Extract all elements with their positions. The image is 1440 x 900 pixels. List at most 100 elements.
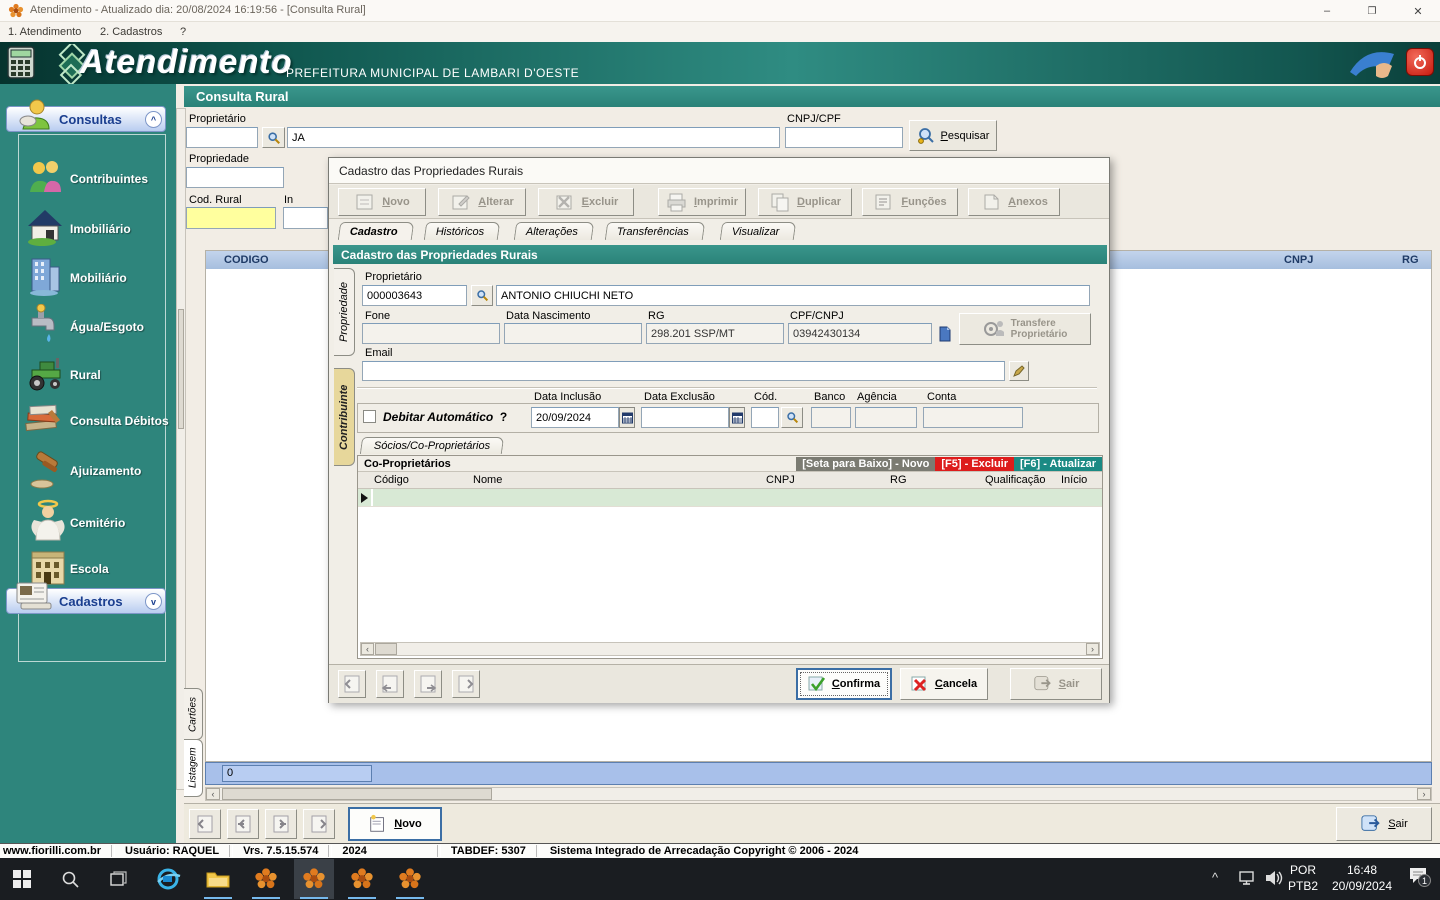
nav-next-button[interactable] bbox=[265, 809, 297, 839]
dlg-proprietario-code-input[interactable] bbox=[362, 285, 467, 306]
toolbar-imprimir-button[interactable]: Imprimir bbox=[658, 188, 746, 216]
agencia-input[interactable] bbox=[855, 407, 917, 428]
chevron-down-icon[interactable]: v bbox=[145, 593, 162, 610]
dialog-tab-propriedade[interactable]: Propriedade bbox=[334, 268, 355, 356]
exclusao-input[interactable] bbox=[641, 407, 729, 428]
grid-horizontal-scrollbar[interactable]: ‹ › bbox=[205, 787, 1432, 801]
menu-item-help[interactable]: ? bbox=[180, 26, 186, 38]
toolbar-excluir-button[interactable]: Excluir bbox=[538, 188, 634, 216]
main-sair-button[interactable]: Sair bbox=[1336, 807, 1432, 841]
dialog-tab-cadastro[interactable]: Cadastro bbox=[337, 222, 414, 240]
conta-input[interactable] bbox=[923, 407, 1023, 428]
coprops-horizontal-scrollbar[interactable]: ‹ › bbox=[360, 642, 1100, 656]
exclusao-calendar-button[interactable] bbox=[729, 407, 745, 428]
sidebar-item-contribuintes[interactable]: Contribuintes bbox=[26, 161, 166, 204]
toolbar-duplicar-button[interactable]: Duplicar bbox=[758, 188, 852, 216]
sidebar-item-ajuizamento[interactable]: Ajuizamento bbox=[26, 451, 166, 496]
cod-rural-input[interactable] bbox=[186, 207, 276, 229]
dialog-tab-historicos[interactable]: Históricos bbox=[423, 222, 501, 240]
proprietario-search-button[interactable] bbox=[262, 127, 285, 148]
cod-input[interactable] bbox=[751, 407, 779, 428]
sidebar-item-mobiliario[interactable]: Mobiliário bbox=[26, 258, 166, 301]
nav-last-button[interactable] bbox=[303, 809, 335, 839]
taskbar-search-button[interactable] bbox=[50, 859, 90, 899]
dlg-nav-next-button[interactable] bbox=[414, 670, 442, 698]
menu-item-cadastros[interactable]: 2. Cadastros bbox=[100, 26, 162, 38]
minimize-button[interactable]: – bbox=[1305, 0, 1349, 22]
fone-input[interactable] bbox=[362, 323, 500, 344]
inscricao-input[interactable] bbox=[283, 207, 328, 229]
dlg-nav-first-button[interactable] bbox=[338, 670, 366, 698]
toolbar-funcoes-button[interactable]: Funções bbox=[862, 188, 958, 216]
taskbar-app4-button[interactable] bbox=[390, 859, 430, 899]
cpf-info-button[interactable] bbox=[935, 323, 955, 344]
tab-cartoes[interactable]: Cartões bbox=[184, 688, 203, 740]
close-button[interactable]: ✕ bbox=[1396, 0, 1440, 22]
dialog-tab-alteracoes[interactable]: Alterações bbox=[513, 222, 595, 240]
menu-item-atendimento[interactable]: 1. Atendimento bbox=[8, 26, 81, 38]
cancela-button[interactable]: Cancela bbox=[900, 668, 988, 700]
dlg-sair-button[interactable]: Sair bbox=[1010, 668, 1102, 700]
taskbar-explorer-button[interactable] bbox=[198, 859, 238, 899]
sidebar-section-cadastros[interactable]: Cadastros v bbox=[6, 582, 166, 614]
tray-clock[interactable]: 16:48 20/09/2024 bbox=[1322, 862, 1402, 894]
scroll-right-icon[interactable]: › bbox=[1417, 788, 1431, 800]
sidebar-item-imobiliario[interactable]: Imobiliário bbox=[26, 210, 166, 252]
email-edit-button[interactable] bbox=[1009, 361, 1029, 381]
nav-first-button[interactable] bbox=[189, 809, 221, 839]
propriedade-input[interactable] bbox=[186, 167, 284, 188]
tab-socios-coproprietarios[interactable]: Sócios/Co-Proprietários bbox=[359, 437, 505, 454]
speaker-icon[interactable] bbox=[1264, 869, 1284, 887]
dialog-tab-visualizar[interactable]: Visualizar bbox=[719, 222, 796, 240]
chevron-up-icon[interactable]: ^ bbox=[145, 111, 162, 128]
sidebar-item-consulta-debitos[interactable]: Consulta Débitos bbox=[22, 404, 170, 446]
nav-prev-button[interactable] bbox=[227, 809, 259, 839]
scroll-right-icon[interactable]: › bbox=[1086, 643, 1099, 655]
taskbar-app1-button[interactable] bbox=[246, 859, 286, 899]
scroll-left-icon[interactable]: ‹ bbox=[361, 643, 374, 655]
power-exit-button[interactable] bbox=[1406, 48, 1434, 76]
cpf-input[interactable] bbox=[788, 323, 932, 344]
dlg-nav-prev-button[interactable] bbox=[376, 670, 404, 698]
cnpj-input[interactable] bbox=[785, 127, 903, 148]
network-icon[interactable] bbox=[1238, 870, 1258, 886]
novo-button[interactable]: Novo bbox=[348, 807, 442, 841]
sidebar-item-agua-esgoto[interactable]: Água/Esgoto bbox=[26, 304, 166, 350]
coprops-empty-row[interactable] bbox=[358, 489, 1102, 507]
email-input[interactable] bbox=[362, 361, 1005, 381]
tray-language[interactable]: POR PTB2 bbox=[1288, 862, 1318, 894]
confirma-button[interactable]: Confirma bbox=[796, 668, 892, 700]
dlg-proprietario-search-button[interactable] bbox=[471, 285, 493, 306]
toolbar-novo-button[interactable]: Novo bbox=[338, 188, 426, 216]
toolbar-alterar-button[interactable]: Alterar bbox=[438, 188, 526, 216]
taskbar-ie-button[interactable] bbox=[148, 859, 188, 899]
banco-input[interactable] bbox=[811, 407, 851, 428]
taskbar-app2-button-active[interactable] bbox=[294, 859, 334, 899]
transfere-proprietario-button[interactable]: Transfere Proprietário bbox=[959, 313, 1091, 345]
sidebar-item-rural[interactable]: Rural bbox=[26, 358, 166, 400]
tray-chevron-up[interactable]: ^ bbox=[1212, 870, 1218, 885]
rg-input[interactable] bbox=[646, 323, 784, 344]
proprietario-name-input[interactable] bbox=[287, 127, 780, 148]
dialog-tab-transferencias[interactable]: Transferências bbox=[604, 222, 706, 240]
toolbar-anexos-button[interactable]: Anexos bbox=[968, 188, 1060, 216]
tab-listagem[interactable]: Listagem bbox=[184, 739, 203, 797]
inclusao-calendar-button[interactable] bbox=[619, 407, 635, 428]
start-button[interactable] bbox=[2, 859, 42, 899]
dlg-nav-last-button[interactable] bbox=[452, 670, 480, 698]
sidebar-section-consultas[interactable]: Consultas ^ bbox=[6, 99, 166, 132]
dialog-tab-contribuinte[interactable]: Contribuinte bbox=[334, 368, 355, 466]
dlg-proprietario-name-input[interactable] bbox=[496, 285, 1090, 306]
scroll-left-icon[interactable]: ‹ bbox=[206, 788, 220, 800]
pesquisar-button[interactable]: Pesquisar bbox=[909, 120, 997, 151]
maximize-button[interactable]: ❐ bbox=[1350, 0, 1394, 22]
cod-search-button[interactable] bbox=[781, 407, 803, 428]
debitar-checkbox[interactable] bbox=[363, 410, 376, 423]
inclusao-input[interactable] bbox=[531, 407, 619, 428]
task-view-button[interactable] bbox=[98, 859, 138, 899]
nascimento-input[interactable] bbox=[504, 323, 642, 344]
proprietario-code-input[interactable] bbox=[186, 127, 258, 148]
sidebar-item-cemiterio[interactable]: Cemitério bbox=[26, 499, 166, 548]
taskbar-app3-button[interactable] bbox=[342, 859, 382, 899]
notification-center-button[interactable]: 1 bbox=[1408, 866, 1434, 890]
